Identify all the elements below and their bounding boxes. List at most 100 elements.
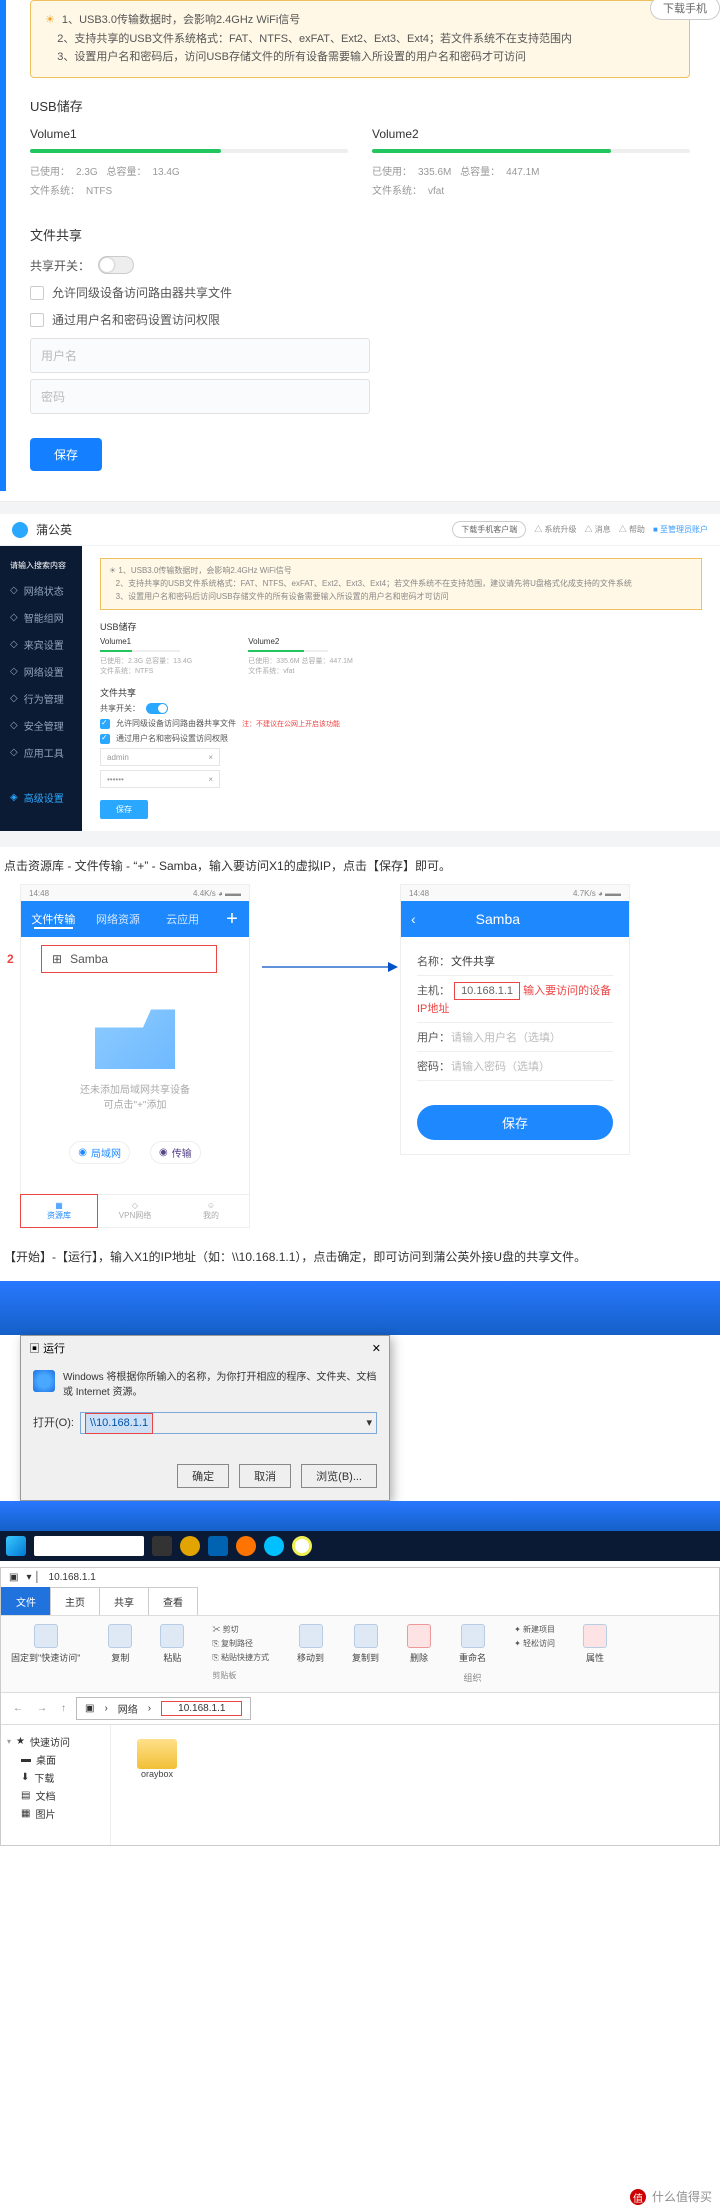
lan-chip[interactable]: ◉ 局域网: [69, 1141, 130, 1164]
name-label: 名称：: [417, 953, 451, 969]
browse-button[interactable]: 浏览(B)...: [301, 1464, 377, 1488]
share-folder[interactable]: oraybox: [125, 1739, 189, 1779]
transfer-chip[interactable]: ◉ 传输: [150, 1141, 201, 1164]
paste-btn[interactable]: 粘贴: [160, 1624, 184, 1684]
cut-btn[interactable]: ✂ 剪切: [212, 1624, 269, 1635]
paste-shortcut-btn[interactable]: ⎘ 粘贴快捷方式: [212, 1652, 269, 1663]
nav-resources[interactable]: ▦资源库: [20, 1194, 98, 1228]
run-icon: [33, 1370, 55, 1392]
sidebar-item[interactable]: ◈ 高级设置: [0, 784, 82, 811]
add-button[interactable]: +: [215, 908, 249, 931]
password-input[interactable]: 密码: [30, 379, 370, 414]
password-input[interactable]: ••••••×: [100, 770, 220, 788]
search-box[interactable]: [34, 1536, 144, 1556]
user-input[interactable]: 请输入用户名（选填）: [451, 1032, 561, 1044]
side-pics[interactable]: ▦ 图片: [7, 1806, 104, 1821]
taskview-icon[interactable]: [152, 1536, 172, 1556]
download-client-btn[interactable]: 下载手机: [650, 0, 720, 20]
tab-view[interactable]: 查看: [148, 1587, 198, 1615]
sidebar-item[interactable]: ◇ 网络设置: [0, 658, 82, 685]
copy-btn[interactable]: 复制: [108, 1624, 132, 1684]
pwd-input[interactable]: 请输入密码（选填）: [451, 1061, 550, 1073]
sidebar-item[interactable]: ◇ 来宾设置: [0, 631, 82, 658]
browser-icon[interactable]: [264, 1536, 284, 1556]
tab-cloud[interactable]: 云应用: [150, 911, 215, 927]
name-value[interactable]: 文件共享: [451, 956, 495, 968]
rename-btn[interactable]: 重命名组织: [459, 1624, 486, 1684]
easy-access-btn[interactable]: ✦ 轻松访问: [514, 1638, 555, 1649]
tab-net-res[interactable]: 网络资源: [86, 911, 151, 927]
copyto-btn[interactable]: 复制到: [352, 1624, 379, 1684]
nav-vpn[interactable]: ◇VPN网络: [97, 1195, 173, 1227]
taskbar: [0, 1531, 720, 1561]
samba-option[interactable]: 2 ⊞ Samba: [41, 945, 217, 973]
pin-btn[interactable]: 固定到"快速访问": [11, 1624, 80, 1684]
ok-button[interactable]: 确定: [177, 1464, 229, 1488]
ribbon: 固定到"快速访问" 复制 粘贴 ✂ 剪切 ⎘ 复制路径 ⎘ 粘贴快捷方式 剪贴板…: [1, 1616, 719, 1693]
fwd-arrow-icon[interactable]: →: [33, 1703, 51, 1714]
help-link[interactable]: △ 帮助: [619, 524, 645, 535]
explorer-icon[interactable]: [180, 1536, 200, 1556]
allow-peer-checkbox[interactable]: [30, 286, 44, 300]
sidebar-item[interactable]: ◇ 行为管理: [0, 685, 82, 712]
copy-path-btn[interactable]: ⎘ 复制路径: [212, 1638, 269, 1649]
close-icon[interactable]: ✕: [372, 1342, 381, 1355]
share-title-small: 文件共享: [100, 686, 702, 699]
username-input[interactable]: 用户名: [30, 338, 370, 373]
edge-icon[interactable]: [208, 1536, 228, 1556]
delete-btn[interactable]: 删除: [407, 1624, 431, 1684]
properties-btn[interactable]: 属性: [583, 1624, 607, 1684]
file-share-title: 文件共享: [30, 225, 690, 244]
nav-me[interactable]: ☺我的: [173, 1195, 249, 1227]
moveto-btn[interactable]: 移动到: [297, 1624, 324, 1684]
back-icon[interactable]: ‹: [411, 911, 416, 927]
account-link[interactable]: ■ 至管理员账户: [653, 524, 708, 535]
allow-peer-checkbox[interactable]: [100, 719, 110, 729]
new-item-btn[interactable]: ✦ 新建项目: [514, 1624, 555, 1635]
breadcrumb[interactable]: 网络: [118, 1701, 138, 1716]
side-downloads[interactable]: ⬇ 下载: [7, 1770, 104, 1785]
tab-file[interactable]: 文件: [1, 1587, 51, 1615]
sidebar-item[interactable]: ◇ 安全管理: [0, 712, 82, 739]
samba-label: Samba: [70, 952, 108, 966]
used-label: 已使用：: [372, 167, 412, 178]
search-box[interactable]: 请输入搜索内容: [0, 554, 82, 577]
fs-value: NTFS: [86, 186, 112, 197]
sys-upgrade-link[interactable]: △ 系统升级: [534, 524, 576, 535]
download-client-btn[interactable]: 下载手机客户端: [452, 521, 526, 538]
messages-link[interactable]: △ 消息: [584, 524, 610, 535]
run-input[interactable]: \\10.168.1.1 ▾: [80, 1412, 377, 1434]
tab-file-transfer[interactable]: 文件传输: [21, 911, 86, 927]
share-toggle-on[interactable]: [146, 703, 168, 714]
auth-checkbox[interactable]: [100, 734, 110, 744]
start-icon[interactable]: [6, 1536, 26, 1556]
sidebar-item[interactable]: ◇ 应用工具: [0, 739, 82, 766]
auth-checkbox[interactable]: [30, 313, 44, 327]
cancel-button[interactable]: 取消: [239, 1464, 291, 1488]
share-toggle[interactable]: [98, 256, 134, 274]
nav-pane: ▾★ 快速访问 ▬ 桌面 ⬇ 下载 ▤ 文档 ▦ 图片: [1, 1725, 111, 1845]
address-input[interactable]: ▣ › 网络 › 10.168.1.1: [76, 1697, 251, 1720]
phone-screenshot-right: 14:484.7K/s ◕ ▬▬ ‹ Samba 名称：文件共享 主机： 10.…: [400, 884, 630, 1155]
sidebar-item[interactable]: ◇ 智能组网: [0, 604, 82, 631]
volume-name: Volume2: [248, 637, 353, 646]
sidebar-item[interactable]: ◇ 网络状态: [0, 577, 82, 604]
tab-share[interactable]: 共享: [99, 1587, 149, 1615]
quick-access[interactable]: ▾★ 快速访问: [7, 1734, 104, 1749]
save-button[interactable]: 保存: [30, 438, 102, 471]
tab-home[interactable]: 主页: [50, 1587, 100, 1615]
side-docs[interactable]: ▤ 文档: [7, 1788, 104, 1803]
host-input[interactable]: 10.168.1.1: [454, 982, 520, 1000]
username-input[interactable]: admin×: [100, 748, 220, 766]
brand-name: 蒲公英: [36, 521, 72, 538]
back-arrow-icon[interactable]: ←: [9, 1703, 27, 1714]
save-button[interactable]: 保存: [417, 1105, 613, 1140]
chrome-icon[interactable]: [292, 1536, 312, 1556]
side-desktop[interactable]: ▬ 桌面: [7, 1752, 104, 1767]
total-value: 447.1M: [506, 167, 539, 178]
ip-breadcrumb[interactable]: 10.168.1.1: [161, 1701, 242, 1716]
save-button[interactable]: 保存: [100, 800, 148, 819]
up-arrow-icon[interactable]: ↑: [57, 1703, 70, 1714]
fs-label: 文件系统：: [372, 186, 422, 197]
firefox-icon[interactable]: [236, 1536, 256, 1556]
